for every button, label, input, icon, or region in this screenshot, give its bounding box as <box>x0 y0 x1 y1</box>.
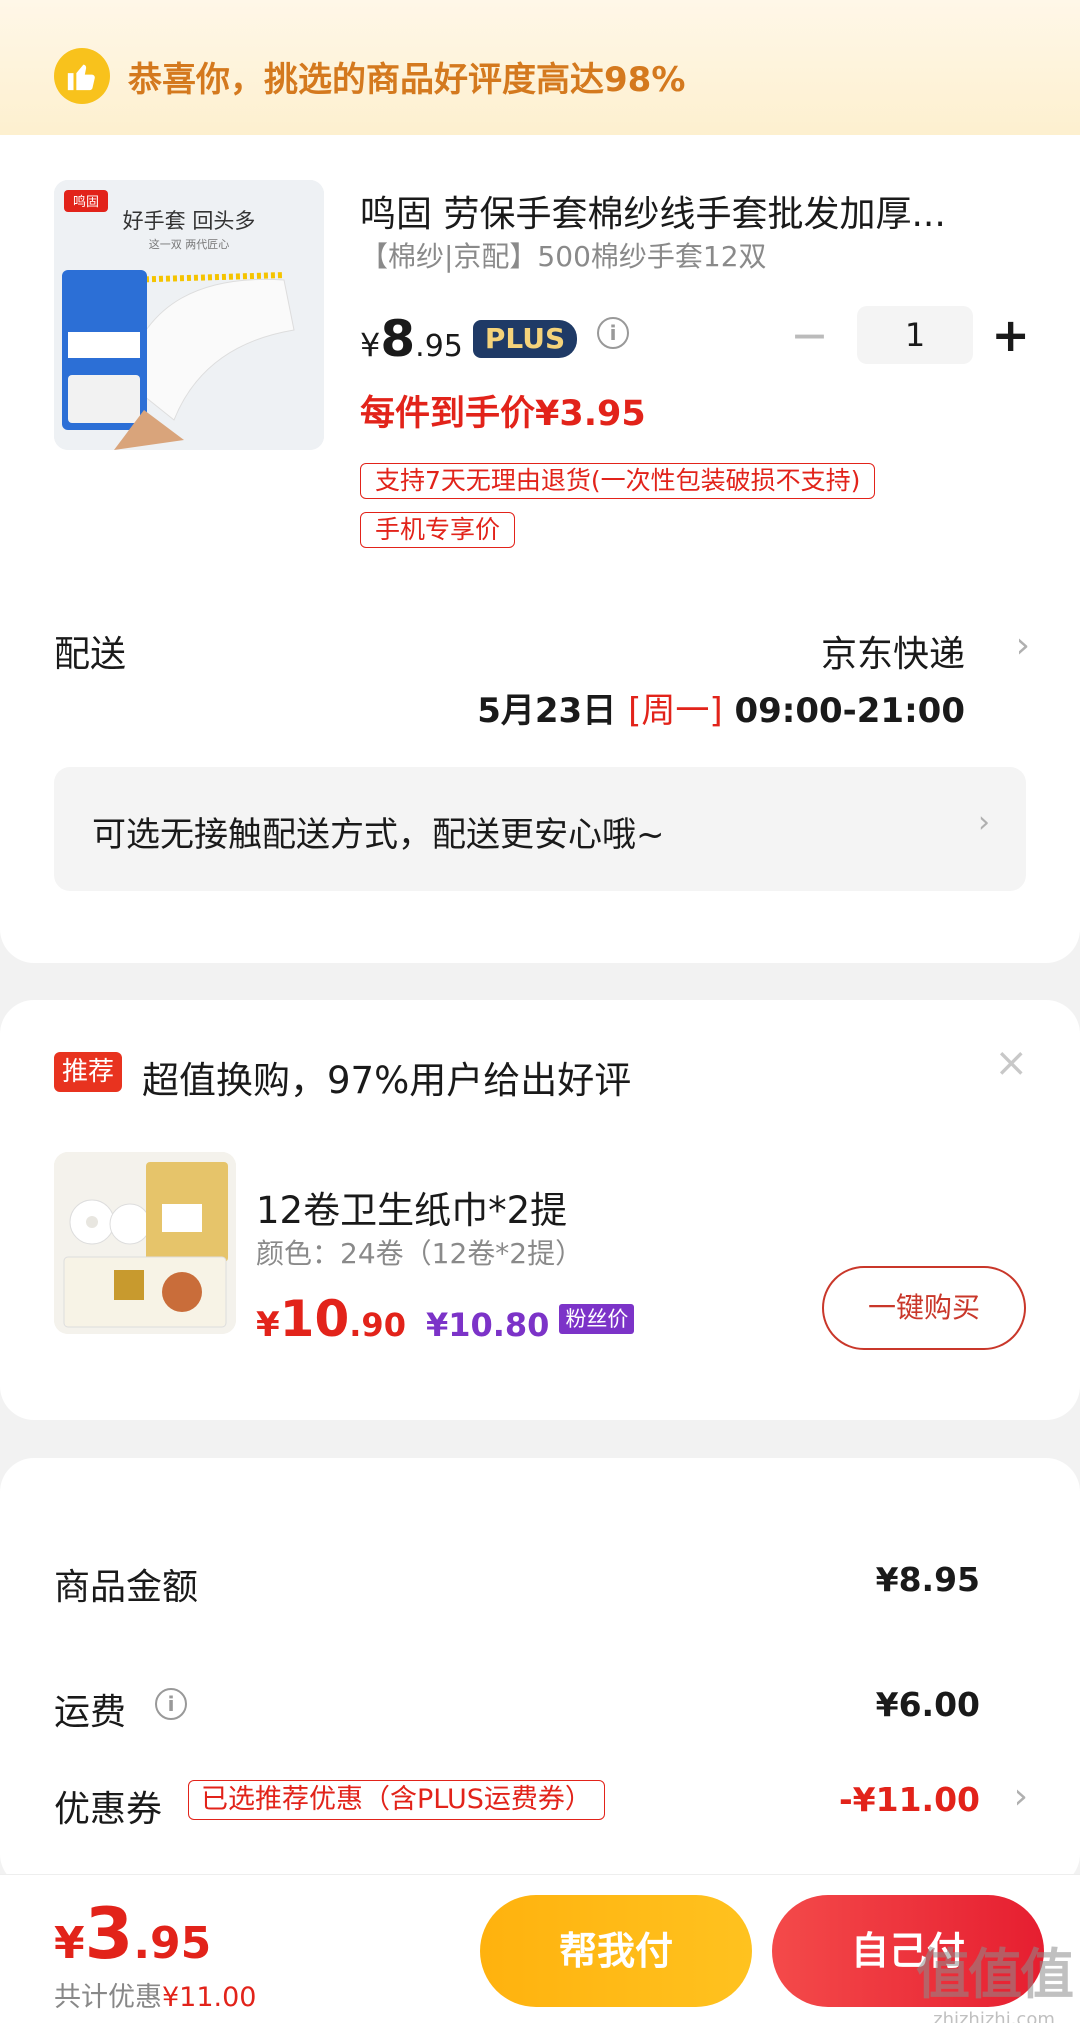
one-click-buy-button[interactable]: 一键购买 <box>822 1266 1026 1350</box>
fan-price: ¥10.80 <box>425 1306 550 1344</box>
shipping-label: 运费 <box>54 1692 127 1733</box>
contactless-chevron-icon: › <box>978 805 990 840</box>
total-decimal: .95 <box>133 1918 212 1969</box>
product-card: 鸣固 好手套 回头多 这一双 两代匠心 鸣固 劳保手套棉纱线手套批发加厚... … <box>0 135 1080 963</box>
recommend-badge: 推荐 <box>54 1052 123 1092</box>
rec-price-yen: ¥ <box>256 1305 280 1345</box>
coupon-chevron-icon[interactable]: › <box>1014 1776 1028 1817</box>
order-summary-card: 商品金额 ¥8.95 运费 i ¥6.00 优惠券 已选推荐优惠（含PLUS运费… <box>0 1458 1080 1888</box>
image-brand-text: 鸣固 <box>73 194 99 210</box>
banner-text: 恭喜你，挑选的商品好评度高达98% <box>128 60 686 100</box>
watermark-url: zhizhizhi.com <box>933 2009 1055 2023</box>
contactless-delivery-option[interactable]: 可选无接触配送方式，配送更安心哦~ › <box>54 767 1026 891</box>
goods-amount-value: ¥8.95 <box>875 1560 980 1599</box>
tissue-image[interactable] <box>54 1152 236 1334</box>
contactless-text: 可选无接触配送方式，配送更安心哦~ <box>92 815 665 855</box>
delivery-label: 配送 <box>54 634 127 675</box>
quantity-stepper: − 1 + <box>790 305 1030 365</box>
quantity-input[interactable]: 1 <box>856 306 974 364</box>
fan-price-tag: 粉丝价 <box>559 1304 635 1334</box>
close-icon[interactable]: × <box>994 1040 1028 1086</box>
coupon-label: 优惠券 <box>54 1789 163 1830</box>
total-price: ¥ 3 .95 <box>54 1893 211 1975</box>
rec-price-integer: 10 <box>279 1290 350 1348</box>
delivery-window: 09:00-21:00 <box>734 691 965 731</box>
delivery-carrier[interactable]: 京东快递 <box>821 625 965 677</box>
image-slogan-text: 好手套 回头多 <box>123 209 256 233</box>
discount-label: 共计优惠 <box>54 1982 162 2013</box>
watermark: 值值值 zhizhizhi.com <box>916 1930 1074 2023</box>
total-integer: 3 <box>84 1893 134 1975</box>
return-policy-tag: 支持7天无理由退货(一次性包装破损不支持) <box>360 463 876 499</box>
discount-value: ¥11.00 <box>162 1982 257 2013</box>
rec-price-decimal: .90 <box>349 1306 406 1344</box>
product-image[interactable]: 鸣固 好手套 回头多 这一双 两代匠心 <box>54 180 324 450</box>
goods-amount-label: 商品金额 <box>54 1567 199 1608</box>
mobile-price-tag: 手机专享价 <box>360 512 516 548</box>
delivery-weekday: [周一] <box>628 691 723 731</box>
plus-badge: PLUS <box>472 320 578 358</box>
price-integer: 8 <box>380 310 416 368</box>
unit-final-price: 每件到手价¥3.95 <box>360 394 646 434</box>
decrease-button[interactable]: − <box>790 308 829 362</box>
coupon-tag[interactable]: 已选推荐优惠（含PLUS运费券） <box>188 1780 605 1820</box>
recommend-title: 超值换购，97%用户给出好评 <box>142 1059 632 1102</box>
total-yen: ¥ <box>54 1918 85 1969</box>
thumbs-up-icon <box>54 48 110 104</box>
delivery-date: 5月23日 <box>477 691 617 731</box>
praise-banner: 恭喜你，挑选的商品好评度高达98% <box>0 0 1080 135</box>
recommend-price: ¥ 10 .90 ¥10.80 粉丝价 <box>256 1290 635 1348</box>
price-info-icon[interactable]: i <box>597 317 629 349</box>
recommend-card: 推荐 超值换购，97%用户给出好评 × 12卷卫生纸巾*2提 颜色：24卷（12… <box>0 1000 1080 1420</box>
price-decimal: .95 <box>415 329 463 364</box>
coupon-value[interactable]: -¥11.00 <box>839 1780 980 1819</box>
recommend-item-spec: 颜色：24卷（12卷*2提） <box>256 1237 584 1270</box>
increase-button[interactable]: + <box>991 308 1030 362</box>
product-title[interactable]: 鸣固 劳保手套棉纱线手套批发加厚... <box>360 185 1000 237</box>
watermark-logo: 值值值 <box>916 1943 1074 2006</box>
delivery-time[interactable]: 5月23日 [周一] 09:00-21:00 <box>477 683 965 732</box>
shipping-value: ¥6.00 <box>875 1685 980 1724</box>
shipping-info-icon[interactable]: i <box>155 1688 187 1720</box>
price-yen: ¥ <box>360 326 381 364</box>
delivery-chevron-icon[interactable]: › <box>1016 625 1030 666</box>
total-discount: 共计优惠¥11.00 <box>54 1975 256 2014</box>
product-price: ¥ 8 .95 PLUS <box>360 310 578 368</box>
image-sub-text: 这一双 两代匠心 <box>149 237 230 251</box>
recommend-item-name[interactable]: 12卷卫生纸巾*2提 <box>256 1180 567 1234</box>
product-spec[interactable]: 【棉纱|京配】500棉纱手套12双 <box>360 235 767 275</box>
help-me-pay-button[interactable]: 帮我付 <box>480 1895 752 2007</box>
